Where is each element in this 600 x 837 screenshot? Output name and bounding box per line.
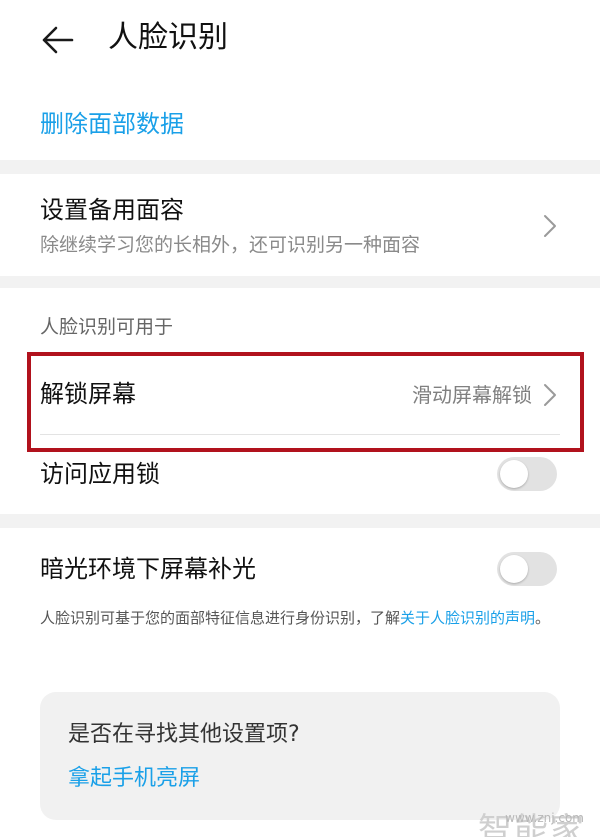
arrow-left-icon[interactable]	[40, 22, 76, 58]
page-title: 人脸识别	[108, 20, 228, 55]
alternate-face-row[interactable]: 设置备用面容 除继续学习您的长相外，还可识别另一种面容	[0, 174, 600, 276]
app-lock-title: 访问应用锁	[40, 460, 160, 488]
raise-to-wake-link[interactable]: 拿起手机亮屏	[68, 764, 200, 794]
privacy-note-suffix: 。	[535, 609, 551, 627]
toggle-knob	[500, 460, 528, 488]
watermark: 智能家 www.znj.com	[478, 811, 586, 837]
usage-section-label: 人脸识别可用于	[40, 316, 174, 338]
low-light-title: 暗光环境下屏幕补光	[40, 555, 256, 583]
section-divider	[0, 514, 600, 528]
low-light-row: 暗光环境下屏幕补光	[0, 540, 600, 602]
alternate-face-title: 设置备用面容	[40, 196, 184, 224]
app-header: 人脸识别	[0, 0, 600, 80]
low-light-toggle[interactable]	[497, 552, 557, 586]
highlight-box	[27, 352, 584, 452]
section-divider	[0, 276, 600, 288]
delete-face-data-button[interactable]: 删除面部数据	[40, 108, 184, 140]
toggle-knob	[500, 555, 528, 583]
suggestion-question: 是否在寻找其他设置项?	[68, 722, 300, 747]
alternate-face-subtitle: 除继续学习您的长相外，还可识别另一种面容	[40, 234, 421, 256]
app-lock-row: 访问应用锁	[0, 452, 600, 514]
section-divider	[0, 160, 600, 174]
privacy-note: 人脸识别可基于您的面部特征信息进行身份识别，了解关于人脸识别的声明。	[40, 606, 568, 630]
chevron-right-icon	[544, 215, 556, 237]
privacy-note-text: 人脸识别可基于您的面部特征信息进行身份识别，了解	[40, 609, 401, 627]
suggestion-card: 是否在寻找其他设置项? 拿起手机亮屏	[40, 692, 560, 820]
app-lock-toggle[interactable]	[497, 457, 557, 491]
privacy-statement-link[interactable]: 关于人脸识别的声明	[400, 609, 535, 627]
